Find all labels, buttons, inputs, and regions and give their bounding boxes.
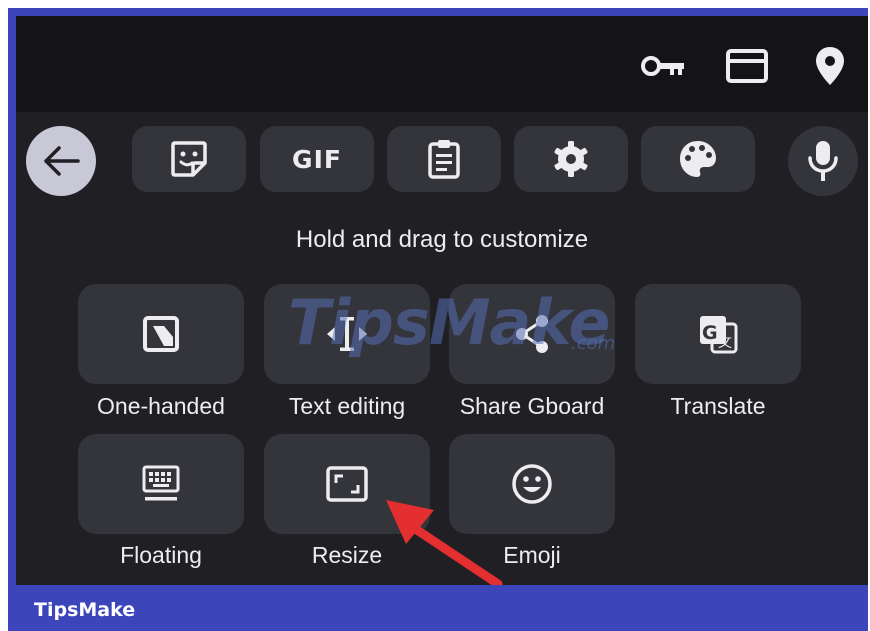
gif-label: GIF xyxy=(292,144,342,174)
svg-text:文: 文 xyxy=(718,335,732,351)
tile-label-text-editing: Text editing xyxy=(288,393,406,419)
red-arrow-annotation xyxy=(386,500,503,585)
back-button[interactable] xyxy=(26,126,96,196)
location-pin-icon[interactable] xyxy=(812,47,848,85)
palette-icon xyxy=(680,141,716,177)
keyboard-icon xyxy=(142,465,180,501)
voice-input-button[interactable] xyxy=(788,126,858,196)
theme-button[interactable] xyxy=(641,126,755,192)
tile-floating[interactable] xyxy=(78,434,244,534)
tile-label-share-gboard: Share Gboard xyxy=(459,393,605,419)
sticker-button[interactable] xyxy=(132,126,246,192)
translate-icon: G 文 xyxy=(700,316,738,354)
one-handed-icon xyxy=(143,316,179,352)
clipboard-icon xyxy=(428,140,460,179)
tile-text-editing[interactable] xyxy=(264,284,430,384)
text-cursor-icon xyxy=(327,317,367,351)
tile-label-one-handed: One-handed xyxy=(97,393,225,419)
microphone-icon xyxy=(808,141,838,181)
back-arrow-icon xyxy=(44,146,80,176)
keyboard-screen: GIF Hold and drag to customize One-hande… xyxy=(16,16,868,585)
smiley-icon xyxy=(512,464,552,504)
settings-button[interactable] xyxy=(514,126,628,192)
share-icon xyxy=(516,315,548,353)
tile-label-floating: Floating xyxy=(120,542,202,568)
gif-button[interactable]: GIF xyxy=(260,126,374,192)
sticker-icon xyxy=(171,141,207,177)
resize-icon xyxy=(326,466,368,502)
footer-brand: TipsMake xyxy=(34,599,136,621)
tile-translate[interactable]: G 文 xyxy=(635,284,801,384)
top-bar xyxy=(16,16,868,112)
gear-icon xyxy=(554,141,588,177)
customize-instruction: Hold and drag to customize xyxy=(295,226,589,253)
key-icon[interactable] xyxy=(638,48,688,84)
card-icon[interactable] xyxy=(724,48,770,84)
svg-text:G: G xyxy=(702,322,718,344)
watermark-suffix: .com xyxy=(571,333,616,354)
clipboard-button[interactable] xyxy=(387,126,501,192)
tile-label-translate: Translate xyxy=(670,393,766,419)
tile-one-handed[interactable] xyxy=(78,284,244,384)
